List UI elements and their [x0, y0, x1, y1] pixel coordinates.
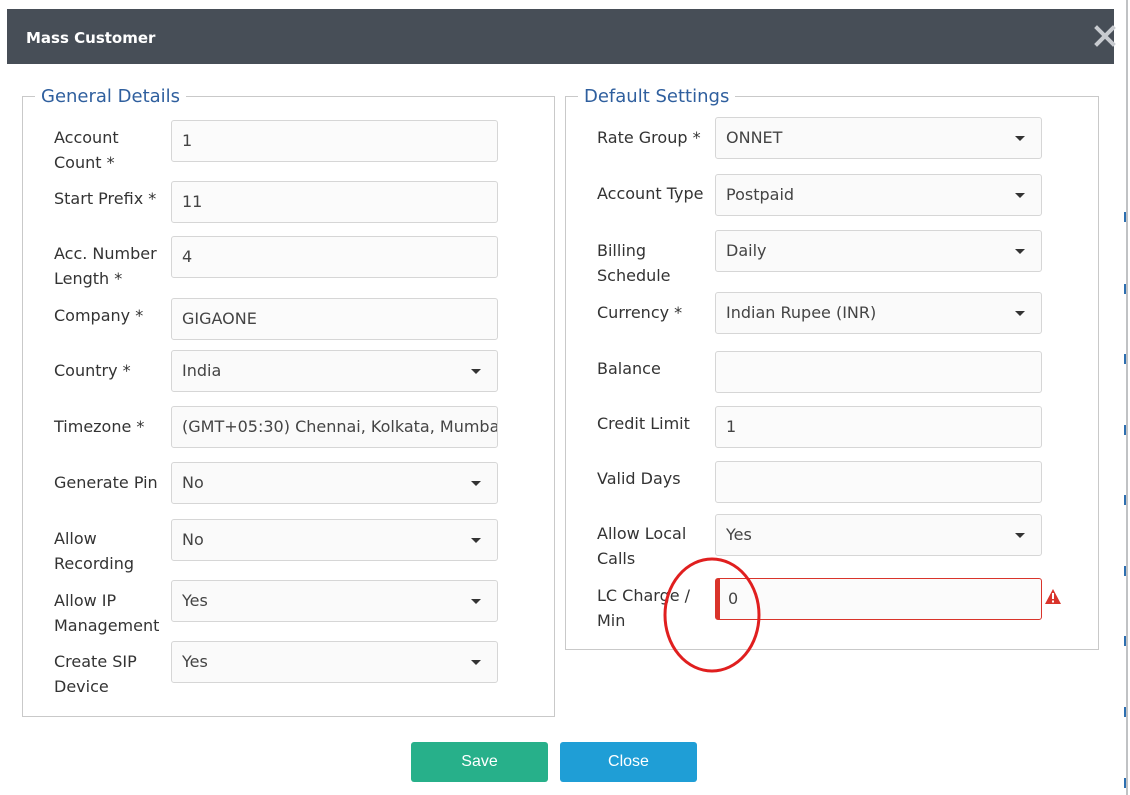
timezone-select[interactable]: (GMT+05:30) Chennai, Kolkata, Mumbai, [171, 406, 498, 448]
currency-value: Indian Rupee (INR) [726, 303, 877, 322]
country-select[interactable]: India [171, 350, 498, 392]
currency-select[interactable]: Indian Rupee (INR) [715, 292, 1042, 334]
company-label: Company * [54, 306, 144, 325]
account-type-label: Account Type [597, 184, 704, 203]
create-sip-device-label: Create SIP Device [54, 652, 137, 696]
start-prefix-label: Start Prefix * [54, 189, 157, 208]
account-count-label: Account Count * [54, 128, 119, 172]
general-details-legend: General Details [41, 86, 181, 107]
chevron-down-icon [1015, 193, 1025, 198]
valid-days-input[interactable] [715, 461, 1042, 503]
backdrop-mark [1124, 284, 1130, 294]
backdrop-mark [1124, 566, 1130, 576]
modal-title: Mass Customer [26, 29, 156, 47]
close-button[interactable]: Close [560, 742, 697, 782]
valid-days-label: Valid Days [597, 469, 681, 488]
lc-charge-min-input[interactable]: 0 [715, 578, 1042, 620]
backdrop-mark [1124, 707, 1130, 717]
chevron-down-icon [1015, 249, 1025, 254]
backdrop-mark [1124, 495, 1130, 505]
chevron-down-icon [471, 481, 481, 486]
rate-group-value: ONNET [726, 128, 783, 147]
timezone-label: Timezone * [54, 417, 145, 436]
backdrop-mark [1124, 778, 1130, 788]
generate-pin-label: Generate Pin [54, 473, 158, 492]
company-input[interactable]: GIGAONE [171, 298, 498, 340]
allow-local-calls-select[interactable]: Yes [715, 514, 1042, 556]
chevron-down-icon [1015, 311, 1025, 316]
account-count-input[interactable]: 1 [171, 120, 498, 162]
backdrop-mark [1124, 354, 1130, 364]
annotation-circle [663, 557, 761, 673]
rate-group-label: Rate Group * [597, 128, 701, 147]
country-value: India [182, 361, 222, 380]
generate-pin-value: No [182, 473, 204, 492]
chevron-down-icon [471, 599, 481, 604]
default-settings-legend: Default Settings [584, 86, 730, 107]
acc-number-length-input[interactable]: 4 [171, 236, 498, 278]
start-prefix-input[interactable]: 11 [171, 181, 498, 223]
credit-limit-label: Credit Limit [597, 414, 690, 433]
create-sip-device-value: Yes [182, 652, 208, 671]
rate-group-select[interactable]: ONNET [715, 117, 1042, 159]
save-button[interactable]: Save [411, 742, 548, 782]
allow-recording-label: Allow Recording [54, 529, 135, 573]
chevron-down-icon [1015, 136, 1025, 141]
allow-recording-select[interactable]: No [171, 519, 498, 561]
timezone-value: (GMT+05:30) Chennai, Kolkata, Mumbai, [182, 417, 498, 436]
account-type-value: Postpaid [726, 185, 795, 204]
modal-header: Mass Customer [7, 9, 1116, 64]
create-sip-device-select[interactable]: Yes [171, 641, 498, 683]
chevron-down-icon [471, 538, 481, 543]
chevron-down-icon [471, 660, 481, 665]
allow-ip-management-label: Allow IP Management [54, 591, 160, 635]
billing-schedule-value: Daily [726, 241, 767, 260]
chevron-down-icon [1015, 533, 1025, 538]
account-type-select[interactable]: Postpaid [715, 174, 1042, 216]
currency-label: Currency * [597, 303, 683, 322]
backdrop-edge [1126, 0, 1128, 795]
allow-recording-value: No [182, 530, 204, 549]
acc-number-length-label: Acc. Number Length * [54, 244, 157, 288]
close-icon[interactable] [1092, 23, 1118, 49]
backdrop-mark [1124, 212, 1130, 222]
backdrop-mark [1124, 425, 1130, 435]
country-label: Country * [54, 361, 131, 380]
warning-icon [1045, 589, 1061, 604]
generate-pin-select[interactable]: No [171, 462, 498, 504]
backdrop-mark [1124, 636, 1130, 646]
balance-label: Balance [597, 359, 661, 378]
backdrop-strip [1114, 0, 1130, 795]
allow-ip-management-value: Yes [182, 591, 208, 610]
billing-schedule-label: Billing Schedule [597, 241, 671, 285]
chevron-down-icon [471, 369, 481, 374]
balance-input[interactable] [715, 351, 1042, 393]
allow-local-calls-value: Yes [726, 525, 752, 544]
billing-schedule-select[interactable]: Daily [715, 230, 1042, 272]
allow-ip-management-select[interactable]: Yes [171, 580, 498, 622]
credit-limit-input[interactable]: 1 [715, 406, 1042, 448]
